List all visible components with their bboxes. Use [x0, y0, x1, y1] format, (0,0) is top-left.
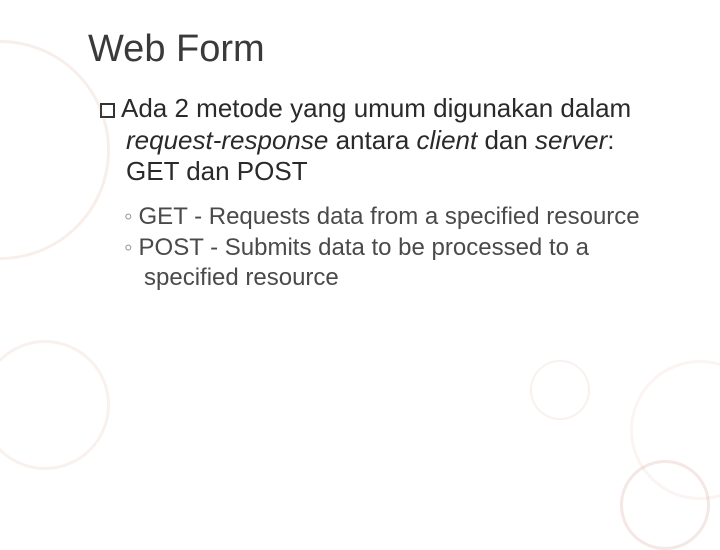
- list-item: ◦GET - Requests data from a specified re…: [124, 202, 660, 231]
- main-text-pre: Ada 2 metode yang umum digunakan dalam: [121, 93, 631, 123]
- decor-circle: [530, 360, 590, 420]
- sub-list: ◦GET - Requests data from a specified re…: [124, 202, 660, 292]
- slide-title: Web Form: [88, 28, 660, 71]
- main-text-mid: dan: [477, 125, 535, 155]
- main-text-italic: server: [535, 125, 607, 155]
- slide: Web Form Ada 2 metode yang umum digunaka…: [0, 0, 720, 540]
- ring-bullet-icon: ◦: [124, 234, 133, 261]
- list-item-text: POST - Submits data to be processed to a…: [139, 234, 589, 290]
- main-point: Ada 2 metode yang umum digunakan dalam r…: [100, 93, 660, 188]
- main-text-italic: client: [417, 125, 478, 155]
- ring-bullet-icon: ◦: [124, 203, 133, 230]
- list-item: ◦POST - Submits data to be processed to …: [124, 233, 660, 292]
- main-text-italic: request-response: [126, 125, 328, 155]
- list-item-text: GET - Requests data from a specified res…: [139, 203, 640, 230]
- main-text-mid: antara: [328, 125, 416, 155]
